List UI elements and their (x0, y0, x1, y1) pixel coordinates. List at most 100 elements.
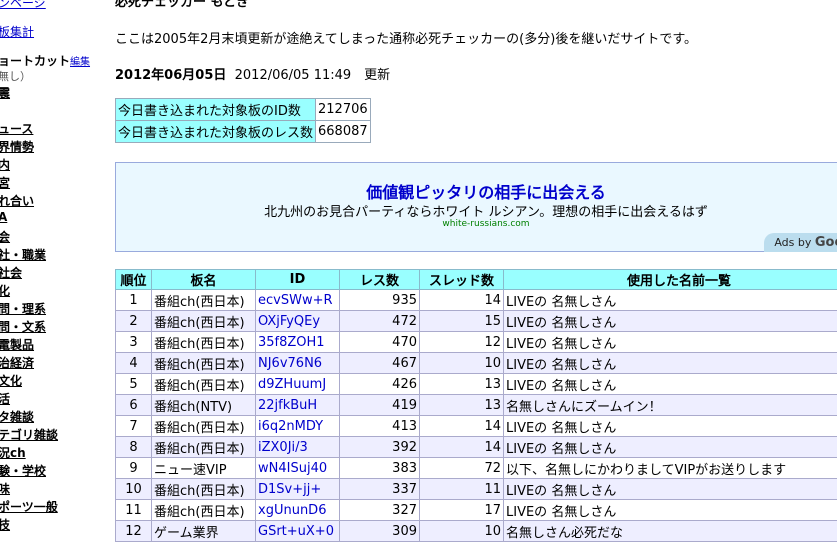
stats-value: 668087 (316, 121, 371, 143)
sidebar-item[interactable]: れ合い (0, 192, 34, 209)
id-link[interactable]: ecvSWw+R (258, 293, 333, 308)
stats-row: 今日書き込まれた対象板のID数 212706 (116, 99, 371, 121)
sidebar-item[interactable]: 況ch (0, 444, 26, 461)
sidebar-item[interactable]: 験・学校 (0, 462, 46, 479)
header-rank: 順位 (116, 270, 152, 290)
id-cell: d9ZHuumJ (256, 374, 340, 395)
rank-cell: 8 (116, 437, 152, 458)
names-cell: 以下、名無しにかわりましてVIPがお送りします (504, 458, 837, 479)
rank-cell: 7 (116, 416, 152, 437)
id-link[interactable]: iZX0Ji/3 (258, 440, 308, 455)
names-cell: LIVEの 名無しさん (504, 437, 837, 458)
rank-cell: 10 (116, 479, 152, 500)
sidebar-item[interactable]: 内 (0, 156, 10, 173)
stats-table: 今日書き込まれた対象板のID数 212706 今日書き込まれた対象板のレス数 6… (115, 98, 371, 143)
res-count-cell: 413 (340, 416, 420, 437)
table-row: 4番組ch(西日本)NJ6v76N646710LIVEの 名無しさん (116, 353, 837, 374)
ads-by-label: Ads by (774, 236, 811, 249)
thread-count-cell: 15 (420, 311, 504, 332)
sidebar-item[interactable]: 社会 (0, 264, 22, 281)
sidebar-item[interactable]: 化 (0, 282, 10, 299)
names-cell: 名無しさん必死だな (504, 521, 837, 542)
sidebar-item[interactable]: 社・職業 (0, 246, 46, 263)
board-cell: 番組ch(NTV) (152, 395, 256, 416)
stats-label: 今日書き込まれた対象板のレス数 (116, 121, 316, 143)
ranking-body: 1番組ch(西日本)ecvSWw+R93514LIVEの 名無しさん2番組ch(… (116, 290, 837, 542)
ad-url-link[interactable]: white-russians.com (442, 219, 529, 229)
table-row: 12ゲーム業界GSrt+uX+030910名無しさん必死だな (116, 521, 837, 542)
names-cell: LIVEの 名無しさん (504, 479, 837, 500)
rank-cell: 3 (116, 332, 152, 353)
sidebar-item[interactable]: 会 (0, 228, 10, 245)
sidebar-item[interactable]: A (0, 210, 7, 224)
names-cell: LIVEの 名無しさん (504, 353, 837, 374)
sidebar-top-link[interactable]: ンページ (0, 0, 46, 11)
ad-description: 北九州のお見合パーティならホワイト ルシアン。理想の相手に出会えるはず (116, 201, 837, 220)
rank-cell: 2 (116, 311, 152, 332)
id-link[interactable]: GSrt+uX+0 (258, 524, 334, 539)
sidebar-item[interactable]: 震 (0, 84, 10, 101)
id-link[interactable]: xgUnunD6 (258, 503, 326, 518)
res-count-cell: 337 (340, 479, 420, 500)
sidebar-item[interactable]: 味 (0, 480, 10, 497)
table-row: 11番組ch(西日本)xgUnunD632717LIVEの 名無しさん (116, 500, 837, 521)
thread-count-cell: 12 (420, 332, 504, 353)
ad-url: white-russians.com (116, 219, 837, 229)
res-count-cell: 327 (340, 500, 420, 521)
sidebar-item[interactable]: ポーツ一般 (0, 498, 58, 515)
table-row: 10番組ch(西日本)D1Sv+jj+ 33711LIVEの 名無しさん (116, 479, 837, 500)
names-cell: LIVEの 名無しさん (504, 290, 837, 311)
rank-cell: 11 (116, 500, 152, 521)
page-title: 必死チェッカー もどき (115, 0, 249, 10)
rank-cell: 1 (116, 290, 152, 311)
sidebar-board-total-link[interactable]: 板集計 (0, 23, 34, 40)
names-cell: LIVEの 名無しさん (504, 311, 837, 332)
board-cell: ゲーム業界 (152, 521, 256, 542)
sidebar-item[interactable]: 治経済 (0, 354, 34, 371)
sidebar-item[interactable]: 電製品 (0, 336, 34, 353)
sidebar-item[interactable]: 技 (0, 516, 10, 533)
ad-title-link[interactable]: 価値観ピッタリの相手に出会える (366, 183, 606, 202)
sidebar-item[interactable]: 宮 (0, 174, 10, 191)
thread-count-cell: 14 (420, 416, 504, 437)
sidebar-item[interactable]: タ雑談 (0, 408, 34, 425)
board-cell: 番組ch(西日本) (152, 479, 256, 500)
table-row: 5番組ch(西日本)d9ZHuumJ42613LIVEの 名無しさん (116, 374, 837, 395)
id-link[interactable]: D1Sv+jj+ (258, 482, 321, 497)
sidebar-item[interactable]: 問・文系 (0, 318, 46, 335)
sidebar-item[interactable]: 文化 (0, 372, 22, 389)
rank-cell: 9 (116, 458, 152, 479)
id-link[interactable]: 35f8ZOH1 (258, 335, 325, 350)
header-board: 板名 (152, 270, 256, 290)
sidebar-item[interactable]: 界情勢 (0, 138, 34, 155)
id-cell: wN4ISuj40 (256, 458, 340, 479)
board-cell: 番組ch(西日本) (152, 500, 256, 521)
table-row: 1番組ch(西日本)ecvSWw+R93514LIVEの 名無しさん (116, 290, 837, 311)
shortcut-edit-link[interactable]: 編集 (70, 57, 90, 68)
id-link[interactable]: d9ZHuumJ (258, 377, 326, 392)
id-link[interactable]: NJ6v76N6 (258, 356, 322, 371)
sidebar-item[interactable]: テゴリ雑談 (0, 426, 58, 443)
id-cell: GSrt+uX+0 (256, 521, 340, 542)
board-cell: 番組ch(西日本) (152, 332, 256, 353)
id-cell: 35f8ZOH1 (256, 332, 340, 353)
rank-cell: 6 (116, 395, 152, 416)
id-link[interactable]: OXjFyQEy (258, 314, 320, 329)
ad-title: 価値観ピッタリの相手に出会える (116, 179, 837, 203)
table-row: 9ニュー速VIPwN4ISuj4038372以下、名無しにかわりましてVIPがお… (116, 458, 837, 479)
sidebar-item[interactable]: 活 (0, 390, 10, 407)
sidebar-note: 無し） (0, 68, 31, 84)
ads-by-google-badge[interactable]: Ads by Google (764, 233, 837, 252)
thread-count-cell: 11 (420, 479, 504, 500)
board-cell: ニュー速VIP (152, 458, 256, 479)
google-label: Google (815, 235, 837, 250)
id-cell: xgUnunD6 (256, 500, 340, 521)
id-link[interactable]: 22jfkBuH (258, 398, 317, 413)
id-link[interactable]: i6q2nMDY (258, 419, 323, 434)
header-id: ID (256, 270, 340, 290)
sidebar-item[interactable]: ュース (0, 120, 33, 137)
sidebar-item[interactable]: 問・理系 (0, 300, 46, 317)
ad-banner[interactable]: 価値観ピッタリの相手に出会える 北九州のお見合パーティならホワイト ルシアン。理… (115, 162, 837, 252)
names-cell: LIVEの 名無しさん (504, 374, 837, 395)
id-link[interactable]: wN4ISuj40 (258, 461, 327, 476)
